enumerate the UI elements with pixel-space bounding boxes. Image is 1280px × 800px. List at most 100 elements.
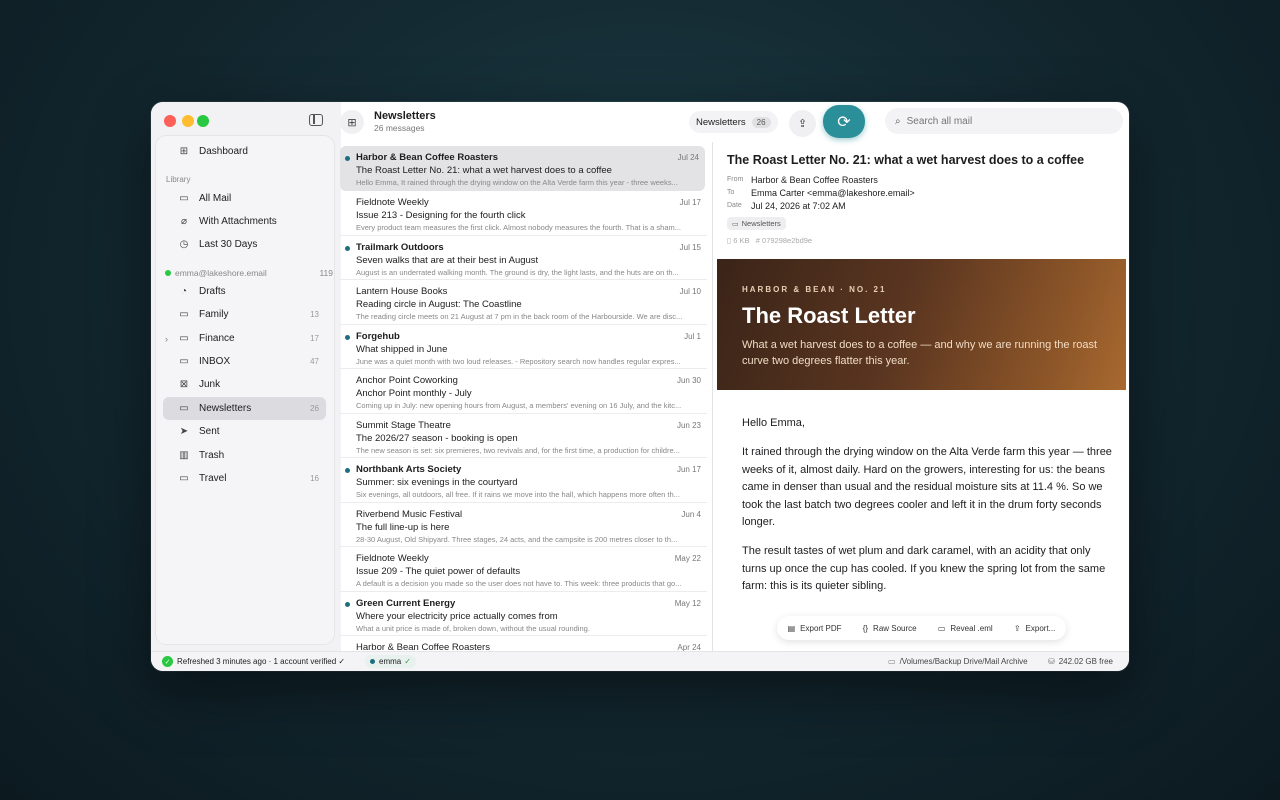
unread-indicator <box>345 156 350 161</box>
message-date: Jun 4 <box>681 509 701 519</box>
sidebar-item-inbox[interactable]: ▭ INBOX 47 <box>163 350 326 373</box>
sidebar-item-travel[interactable]: ▭ Travel 16 <box>163 467 326 490</box>
message-row[interactable]: Fieldnote Weekly Jul 17 Issue 213 - Desi… <box>340 191 707 236</box>
sidebar-item-label: Sent <box>199 426 220 437</box>
message-row[interactable]: Forgehub Jul 1 What shipped in June June… <box>340 325 707 369</box>
raw-source-button[interactable]: {} Raw Source <box>863 624 917 633</box>
search-field[interactable]: ⌕ <box>885 108 1123 134</box>
zoom-window-button[interactable] <box>197 115 209 127</box>
sidebar-item-trash[interactable]: ▥ Trash <box>163 444 326 467</box>
message-sender: Trailmark Outdoors <box>356 241 444 253</box>
refresh-button[interactable]: ⟳ <box>823 105 865 138</box>
folder-tag-label: Newsletters <box>741 219 781 228</box>
status-bar: ✓ Refreshed 3 minutes ago · 1 account ve… <box>151 651 1129 671</box>
message-row[interactable]: Fieldnote Weekly May 22 Issue 209 - The … <box>340 547 707 592</box>
message-row[interactable]: Summit Stage Theatre Jun 23 The 2026/27 … <box>340 414 707 458</box>
to-value[interactable]: Emma Carter <emma@lakeshore.email> <box>751 188 915 198</box>
message-row[interactable]: Northbank Arts Society Jun 17 Summer: si… <box>340 458 707 503</box>
folder-pill[interactable]: Newsletters 26 <box>689 111 778 133</box>
message-hash: 079298e2bd9e <box>762 236 813 245</box>
sidebar-item-last-30-days[interactable]: ◷ Last 30 Days <box>163 233 326 256</box>
sidebar-item-count: 26 <box>310 404 319 413</box>
account-chip[interactable]: emma ✓ <box>365 655 416 668</box>
message-date: Jul 24 <box>677 153 699 162</box>
share-button[interactable]: ⇪ <box>789 110 816 137</box>
message-date: Jun 17 <box>676 465 701 474</box>
message-row[interactable]: Lantern House Books Jul 10 Reading circl… <box>340 280 707 325</box>
sidebar-item-newsletters[interactable]: ▭ Newsletters 26 <box>163 397 326 420</box>
account-chip-label: emma <box>379 657 402 666</box>
sidebar-item-dashboard[interactable]: ⊞ Dashboard <box>163 140 326 163</box>
pencil-circle-icon: ◔ <box>180 286 188 297</box>
message-sender: Anchor Point Coworking <box>356 375 458 386</box>
folder-tag[interactable]: ▭ Newsletters <box>727 217 786 230</box>
folder-title: Newsletters <box>374 110 436 122</box>
message-preview: The new season is set: six premieres, tw… <box>356 445 680 455</box>
message-subject-heading: The Roast Letter No. 21: what a wet harv… <box>727 153 1085 167</box>
minimize-window-button[interactable] <box>182 115 194 127</box>
action-label: Raw Source <box>873 623 917 633</box>
refresh-status: Refreshed 3 minutes ago · 1 account veri… <box>177 657 346 666</box>
message-sender: Riverbend Music Festival <box>356 508 463 520</box>
sidebar-item-label: Trash <box>199 450 225 461</box>
search-input[interactable] <box>906 115 1097 127</box>
message-subject: What shipped in June <box>356 343 448 355</box>
folder-pill-label: Newsletters <box>696 116 746 128</box>
sidebar-item-label: Family <box>199 309 229 320</box>
sidebar-item-family[interactable]: ▭ Family 13 <box>163 303 326 326</box>
account-row[interactable]: emma@lakeshore.email 119 <box>165 268 333 278</box>
message-row[interactable]: Trailmark Outdoors Jul 15 Seven walks th… <box>340 236 707 280</box>
sidebar-item-label: Junk <box>199 379 221 390</box>
message-sender: Lantern House Books <box>356 286 448 297</box>
sidebar-item-finance[interactable]: ▭ Finance 17 <box>163 327 326 350</box>
account-email: emma@lakeshore.email <box>175 268 267 278</box>
sidebar: ⊞ Dashboard Library ▭ All Mail ⌀ With At… <box>151 102 341 651</box>
reading-pane: The Roast Letter No. 21: what a wet harv… <box>713 142 1129 651</box>
message-sender: Summit Stage Theatre <box>356 419 451 431</box>
reveal-eml-button[interactable]: ▭ Reveal .eml <box>938 624 993 633</box>
sidebar-item-label: All Mail <box>199 193 232 204</box>
sidebar-item-drafts[interactable]: ◔ Drafts <box>163 280 326 303</box>
sidebar-item-label: Finance <box>199 333 235 344</box>
sidebar-item-count: 47 <box>310 357 319 366</box>
sidebar-toggle-icon[interactable] <box>309 114 323 126</box>
sidebar-item-count: 17 <box>310 334 319 343</box>
checkmark-icon: ✓ <box>162 656 173 667</box>
from-value[interactable]: Harbor & Bean Coffee Roasters <box>751 175 878 185</box>
message-row[interactable]: Green Current Energy May 12 Where your e… <box>340 592 707 636</box>
message-date: Jul 15 <box>679 242 701 252</box>
export-button[interactable]: ⇪ Export... <box>1014 624 1056 633</box>
sidebar-item-all-mail[interactable]: ▭ All Mail <box>163 187 326 210</box>
library-section-label: Library <box>166 175 191 184</box>
action-label: Reveal .eml <box>950 623 993 633</box>
from-label: From <box>727 176 744 183</box>
sidebar-item-with-attachments[interactable]: ⌀ With Attachments <box>163 210 326 233</box>
to-row: To Emma Carter <emma@lakeshore.email> <box>727 188 915 198</box>
archive-path[interactable]: ▭ /Volumes/Backup Drive/Mail Archive <box>888 657 1028 666</box>
drive-icon: ⛁ <box>1048 657 1055 666</box>
view-grid-button[interactable]: ⊞ <box>340 110 364 134</box>
message-preview: What a unit price is made of, broken dow… <box>356 623 590 633</box>
date-label: Date <box>727 202 742 209</box>
message-row[interactable]: Riverbend Music Festival Jun 4 The full … <box>340 503 707 547</box>
sidebar-item-junk[interactable]: ⊠ Junk <box>163 373 326 396</box>
export-pdf-button[interactable]: ▤ Export PDF <box>788 624 842 633</box>
message-row[interactable]: Harbor & Bean Coffee Roasters Jul 24 The… <box>340 146 705 191</box>
message-row[interactable]: Anchor Point Coworking Jun 30 Anchor Poi… <box>340 369 707 414</box>
message-date: Jul 1 <box>684 331 701 341</box>
message-sender: Forgehub <box>356 330 400 342</box>
message-date: May 12 <box>674 598 701 608</box>
message-sender: Green Current Energy <box>356 597 456 609</box>
from-row: From Harbor & Bean Coffee Roasters <box>727 175 878 185</box>
close-window-button[interactable] <box>164 115 176 127</box>
sidebar-item-label: Travel <box>199 473 227 484</box>
message-subject: The Roast Letter No. 21: what a wet harv… <box>356 165 612 176</box>
sidebar-item-sent[interactable]: ➤ Sent <box>163 420 326 443</box>
message-preview: The reading circle meets on 21 August at… <box>356 312 683 321</box>
message-row[interactable]: Harbor & Bean Coffee Roasters Apr 24 <box>340 636 707 651</box>
message-date: Jun 23 <box>676 420 701 430</box>
hero-subtitle: What a wet harvest does to a coffee — an… <box>742 339 1098 367</box>
message-date: May 22 <box>674 554 701 563</box>
folder-icon: ▭ <box>732 220 739 228</box>
archive-path-label: /Volumes/Backup Drive/Mail Archive <box>899 657 1028 666</box>
